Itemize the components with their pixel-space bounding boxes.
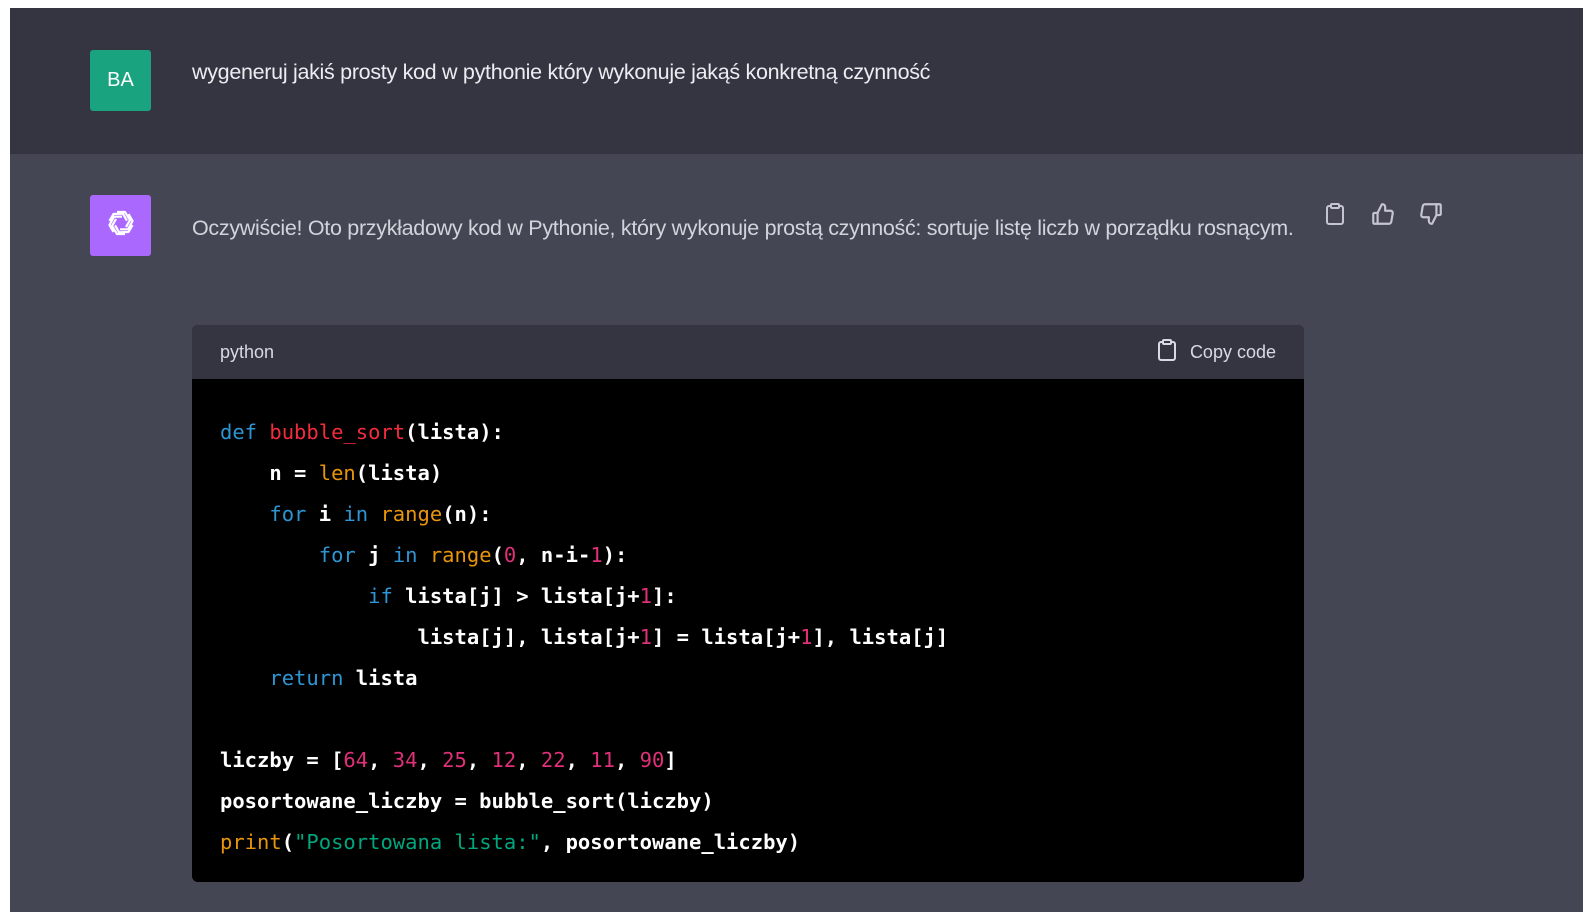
code-token: 1	[639, 625, 652, 649]
assistant-avatar	[90, 195, 151, 256]
code-line: return lista	[220, 658, 1276, 699]
code-token: posortowane_liczby = bubble_sort(liczby)	[220, 789, 714, 813]
copy-code-label: Copy code	[1189, 341, 1276, 362]
code-token: 0	[503, 543, 517, 567]
code-line: def bubble_sort(lista):	[220, 412, 1276, 453]
code-token: i	[306, 502, 344, 526]
code-token: in	[392, 543, 418, 567]
code-token: 1	[800, 625, 813, 649]
code-token: (n):	[442, 502, 492, 526]
code-token: for	[269, 502, 307, 526]
code-token: ,	[565, 748, 591, 772]
code-token: in	[343, 502, 369, 526]
code-token: ], lista[j]	[812, 625, 949, 649]
code-token: ,	[466, 748, 492, 772]
thumbs-up-icon[interactable]	[1370, 200, 1396, 228]
code-content: def bubble_sort(lista): n = len(lista) f…	[192, 379, 1304, 863]
code-token: ,	[516, 748, 541, 772]
code-token: ,	[368, 748, 393, 772]
chat-thread: BA wygeneruj jakiś prosty kod w pythonie…	[10, 8, 1583, 912]
code-token: (	[491, 543, 504, 567]
code-token: , posortowane_liczby)	[540, 830, 801, 854]
code-token: liczby = [	[220, 748, 344, 772]
code-block: python Copy code def bubble_sort(lista):…	[192, 325, 1304, 882]
code-token: (lista):	[405, 420, 504, 444]
code-token: 64	[343, 748, 369, 772]
code-token: 1	[590, 543, 603, 567]
code-token: ,	[614, 748, 640, 772]
code-token: ] = lista[j+	[651, 625, 801, 649]
code-token: bubble_sort	[269, 420, 406, 444]
code-token: (lista)	[355, 461, 443, 485]
user-avatar-initials: BA	[107, 69, 134, 91]
assistant-message-row: Oczywiście! Oto przykładowy kod w Python…	[10, 154, 1583, 912]
code-token: 12	[491, 748, 517, 772]
code-token: lista[j], lista[j+	[220, 625, 640, 649]
message-actions	[1322, 200, 1444, 228]
code-token: , n-i-	[516, 543, 591, 567]
code-token: (	[281, 830, 295, 854]
copy-code-button[interactable]: Copy code	[1156, 338, 1276, 367]
code-token: 90	[639, 748, 665, 772]
code-line: for i in range(n):	[220, 494, 1276, 535]
code-token: range	[429, 543, 492, 567]
code-token: 22	[540, 748, 566, 772]
code-token: print	[220, 830, 282, 854]
clipboard-icon[interactable]	[1322, 200, 1348, 228]
user-avatar: BA	[90, 50, 151, 111]
code-token: lista[j] > lista[j+	[392, 584, 640, 608]
thumbs-down-icon[interactable]	[1418, 200, 1444, 228]
code-token: lista	[343, 666, 418, 690]
code-line: posortowane_liczby = bubble_sort(liczby)	[220, 781, 1276, 822]
code-token: "Posortowana lista:"	[294, 830, 541, 854]
code-token: range	[380, 502, 443, 526]
user-message-text: wygeneruj jakiś prosty kod w pythonie kt…	[192, 60, 931, 84]
openai-logo-icon	[103, 205, 139, 246]
code-token: j	[355, 543, 393, 567]
code-block-header: python Copy code	[192, 325, 1304, 379]
code-token: ):	[602, 543, 628, 567]
code-token: n =	[220, 461, 319, 485]
code-line: if lista[j] > lista[j+1]:	[220, 576, 1276, 617]
code-token: ]:	[651, 584, 677, 608]
code-token: ]	[664, 748, 677, 772]
code-token: for	[318, 543, 356, 567]
code-line: for j in range(0, n-i-1):	[220, 535, 1276, 576]
code-line: lista[j], lista[j+1] = lista[j+1], lista…	[220, 617, 1276, 658]
code-token: 1	[639, 584, 652, 608]
clipboard-icon	[1156, 338, 1178, 367]
code-token: if	[368, 584, 393, 608]
assistant-intro-text: Oczywiście! Oto przykładowy kod w Python…	[192, 216, 1294, 240]
code-language-label: python	[220, 341, 275, 362]
code-line: liczby = [64, 34, 25, 12, 22, 11, 90]	[220, 740, 1276, 781]
code-token: def	[220, 420, 258, 444]
user-message-row: BA wygeneruj jakiś prosty kod w pythonie…	[10, 8, 1583, 155]
code-token: ,	[417, 748, 443, 772]
code-token: 11	[590, 748, 615, 772]
code-token: return	[269, 666, 344, 690]
code-line: print("Posortowana lista:", posortowane_…	[220, 822, 1276, 863]
code-token: 34	[392, 748, 418, 772]
code-token: 25	[442, 748, 467, 772]
code-token: len	[318, 461, 356, 485]
code-line: n = len(lista)	[220, 453, 1276, 494]
